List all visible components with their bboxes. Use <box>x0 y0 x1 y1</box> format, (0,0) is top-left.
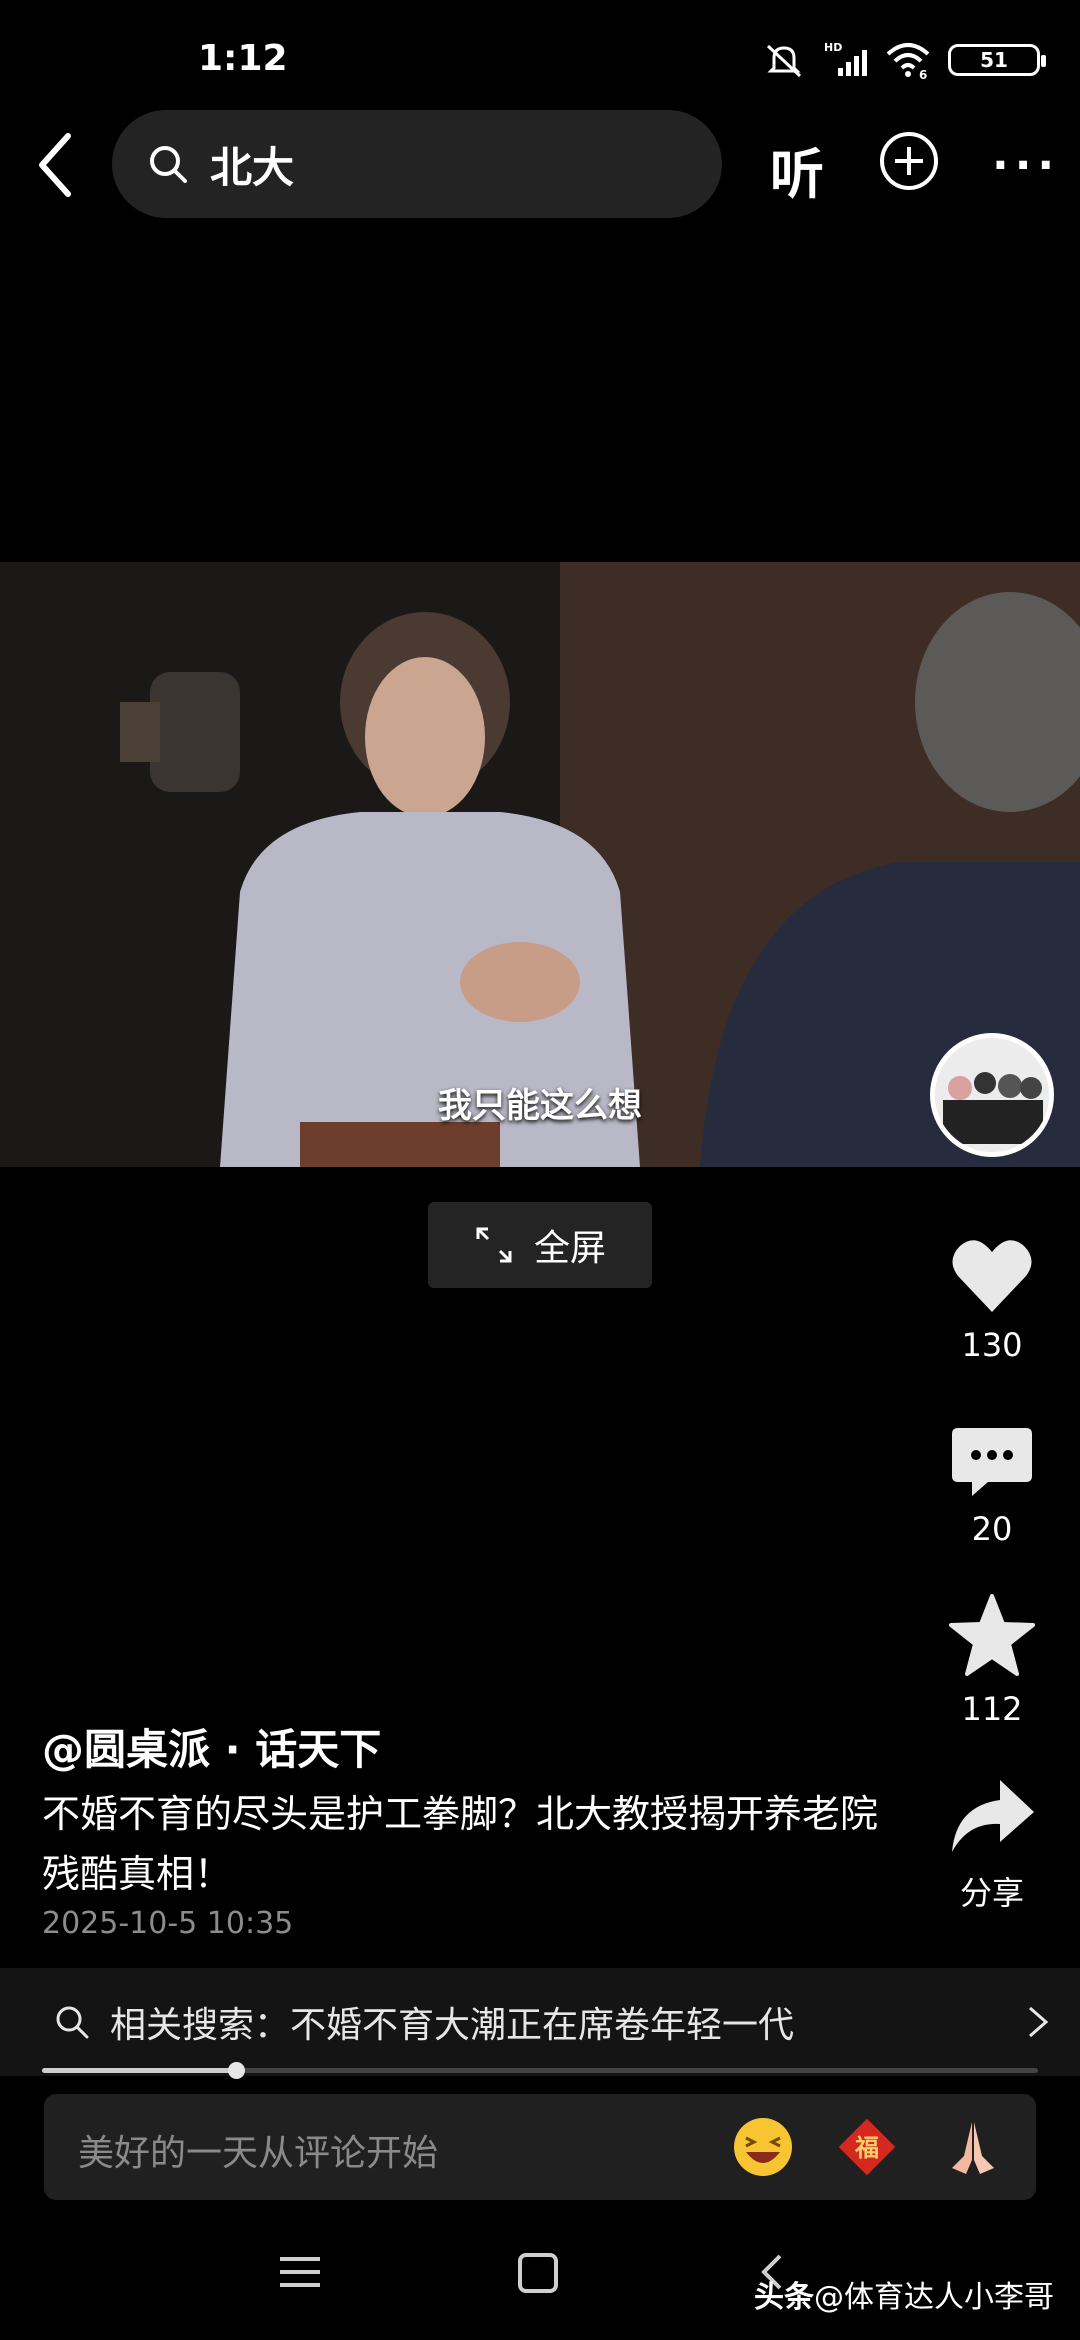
favorite-button[interactable]: 112 <box>940 1594 1044 1728</box>
back-button[interactable] <box>28 130 84 200</box>
video-progress-bar[interactable] <box>42 2062 1038 2079</box>
search-query: 北大 <box>210 142 295 192</box>
video-subtitle: 我只能这么想 <box>438 1086 642 1126</box>
fullscreen-label: 全屏 <box>533 1228 606 1269</box>
search-bar[interactable]: 北大 <box>112 110 722 218</box>
creator-avatar[interactable] <box>930 1033 1054 1157</box>
comment-button[interactable]: 20 <box>940 1424 1044 1548</box>
watermark-brand: 头条 <box>754 2280 814 2315</box>
share-button[interactable]: 分享 <box>940 1776 1044 1914</box>
watermark: 头条@体育达人小李哥 <box>754 2272 1054 2316</box>
star-icon <box>949 1594 1035 1676</box>
nav-home-button[interactable] <box>518 2253 558 2293</box>
battery-level: 51 <box>980 48 1008 72</box>
battery-indicator: 51 <box>948 44 1046 76</box>
add-button[interactable] <box>880 132 938 190</box>
post-title: 不婚不育的尽头是护工拳脚？北大教授揭开养老院残酷真相！ <box>42 1792 879 1896</box>
svg-text:HD: HD <box>824 41 842 54</box>
mute-bell-icon <box>766 44 802 78</box>
watermark-handle: @体育达人小李哥 <box>814 2280 1054 2315</box>
progress-scrubber[interactable] <box>228 2062 246 2079</box>
progress-fill <box>42 2068 237 2073</box>
comment-input-placeholder[interactable]: 美好的一天从评论开始 <box>78 2124 438 2176</box>
share-icon <box>952 1780 1034 1852</box>
video-frame <box>0 562 1080 1167</box>
chevron-right-icon <box>1029 2006 1049 2038</box>
heart-icon <box>952 1240 1032 1312</box>
fullscreen-button[interactable]: 全屏 <box>428 1202 652 1288</box>
search-icon <box>56 2006 89 2039</box>
laughing-emoji-icon[interactable] <box>732 2116 794 2178</box>
more-options-button[interactable]: ··· <box>992 140 1060 191</box>
signal-icon: HD <box>824 41 867 76</box>
comment-bar[interactable]: 美好的一天从评论开始 福 <box>44 2094 1036 2200</box>
share-label: 分享 <box>959 1874 1024 1912</box>
like-count: 130 <box>961 1326 1023 1364</box>
author-name[interactable]: @圆桌派 · 话天下 <box>42 1716 381 1777</box>
listen-button[interactable]: 听 <box>770 130 824 209</box>
video-player[interactable] <box>0 562 1080 1167</box>
post-date: 2025-10-5 10:35 <box>42 1906 294 1941</box>
wifi-icon: 6 <box>886 43 930 80</box>
related-search-bar[interactable]: 相关搜索：不婚不育大潮正在席卷年轻一代 <box>0 1968 1080 2076</box>
praying-hands-emoji-icon[interactable] <box>942 2116 1004 2178</box>
comment-icon <box>952 1428 1032 1496</box>
svg-text:6: 6 <box>919 68 927 80</box>
fortune-emoji-icon[interactable]: 福 <box>836 2116 898 2178</box>
like-button[interactable]: 130 <box>940 1236 1044 1364</box>
comment-count: 20 <box>971 1510 1013 1548</box>
favorite-count: 112 <box>961 1690 1023 1728</box>
avatar-image <box>935 1038 1049 1152</box>
svg-text:福: 福 <box>854 2134 879 2162</box>
status-time: 1:12 <box>198 38 288 79</box>
expand-icon <box>476 1227 512 1263</box>
related-search-text: 相关搜索：不婚不育大潮正在席卷年轻一代 <box>110 2005 795 2046</box>
status-icons: HD 6 51 <box>762 40 1046 80</box>
nav-menu-button[interactable] <box>280 2255 320 2289</box>
search-icon <box>150 146 187 183</box>
